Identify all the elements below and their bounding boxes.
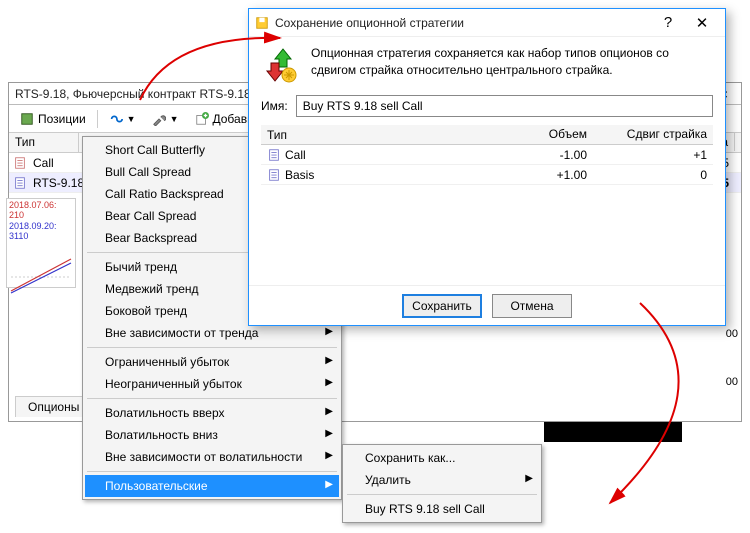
menu-item[interactable]: Волатильность вверх▶ <box>85 402 339 424</box>
menu-item[interactable]: Buy RTS 9.18 sell Call <box>345 498 539 520</box>
dialog-description-row: Опционная стратегия сохраняется как набо… <box>261 45 713 85</box>
wrench-icon <box>152 112 166 126</box>
table-row[interactable]: Call-1.00+1 <box>261 145 713 165</box>
chevron-down-icon: ▼ <box>170 114 179 124</box>
separator <box>97 110 98 128</box>
menu-item[interactable]: Удалить▶ <box>345 469 539 491</box>
submenu-arrow-icon: ▶ <box>325 355 333 366</box>
dialog-table: Тип Объем Сдвиг страйка Call-1.00+1Basis… <box>261 125 713 277</box>
chart-thumbnail[interactable]: 2018.07.06: 210 2018.09.20: 3110 <box>6 198 76 288</box>
submenu-arrow-icon: ▶ <box>325 326 333 337</box>
save-dialog-icon <box>255 16 269 30</box>
cell-shift: 0 <box>593 166 713 184</box>
doc-icon <box>267 148 281 162</box>
submenu-arrow-icon: ▶ <box>525 473 533 484</box>
cell-type: RTS-9.18 <box>27 174 90 192</box>
submenu-arrow-icon: ▶ <box>325 377 333 388</box>
doc-icon <box>13 156 27 170</box>
chart-lines-icon <box>7 241 75 297</box>
table-row[interactable]: Basis+1.000 <box>261 165 713 185</box>
value: 00 <box>692 376 742 396</box>
chevron-down-icon: ▼ <box>127 114 136 124</box>
positions-button[interactable]: Позиции <box>13 109 93 129</box>
th-shift[interactable]: Сдвиг страйка <box>593 125 713 144</box>
cancel-button[interactable]: Отмена <box>492 294 572 318</box>
positions-icon <box>20 112 34 126</box>
dialog-titlebar: Сохранение опционной стратегии ? ✕ <box>249 9 725 37</box>
chart-label-2: 2018.09.20: 3110 <box>7 221 75 241</box>
tool-dropdown[interactable]: ▼ <box>145 109 186 129</box>
th-volume[interactable]: Объем <box>381 125 593 144</box>
dialog-table-header: Тип Объем Сдвиг страйка <box>261 125 713 145</box>
col-type[interactable]: Тип <box>9 133 79 152</box>
link-icon <box>109 112 123 126</box>
doc-icon <box>267 168 281 182</box>
save-button[interactable]: Сохранить <box>402 294 482 318</box>
positions-label: Позиции <box>38 112 86 126</box>
menu-item[interactable]: Пользовательские▶ <box>85 475 339 497</box>
submenu-arrow-icon: ▶ <box>325 428 333 439</box>
submenu-arrow-icon: ▶ <box>325 479 333 490</box>
user-submenu: Сохранить как...Удалить▶ Buy RTS 9.18 sel… <box>342 444 542 523</box>
menu-item[interactable]: Сохранить как... <box>345 447 539 469</box>
vega-column-values: 00 <box>692 328 742 348</box>
name-row: Имя: <box>261 95 713 117</box>
cell-type: Call <box>261 146 381 164</box>
submenu-arrow-icon: ▶ <box>325 450 333 461</box>
cell-volume: -1.00 <box>381 146 593 164</box>
dialog-description: Опционная стратегия сохраняется как набо… <box>311 45 713 79</box>
name-label: Имя: <box>261 99 288 113</box>
cell-type: Call <box>27 154 60 172</box>
dialog-title: Сохранение опционной стратегии <box>275 16 651 30</box>
tab-options[interactable]: Опционы <box>15 396 92 417</box>
submenu-arrow-icon: ▶ <box>325 406 333 417</box>
vega-column-values: 00 <box>692 376 742 396</box>
add-icon <box>195 112 209 126</box>
menu-separator <box>87 471 337 472</box>
menu-item[interactable]: Волатильность вниз▶ <box>85 424 339 446</box>
name-input[interactable] <box>296 95 713 117</box>
dialog-footer: Сохранить Отмена <box>249 285 725 325</box>
chart-label-1: 2018.07.06: 210 <box>7 199 75 221</box>
close-icon[interactable]: ✕ <box>685 14 719 32</box>
strategy-arrows-icon <box>261 45 301 85</box>
cell-volume: +1.00 <box>381 166 593 184</box>
th-type[interactable]: Тип <box>261 125 381 144</box>
help-icon[interactable]: ? <box>651 14 685 31</box>
menu-separator <box>87 347 337 348</box>
strategy-dropdown[interactable]: ▼ <box>102 109 143 129</box>
dialog-body: Опционная стратегия сохраняется как набо… <box>249 37 725 285</box>
save-strategy-dialog: Сохранение опционной стратегии ? ✕ Опцио… <box>248 8 726 326</box>
doc-icon <box>13 176 27 190</box>
cell-type: Basis <box>261 166 381 184</box>
menu-item[interactable]: Ограниченный убыток▶ <box>85 351 339 373</box>
menu-item[interactable]: Неограниченный убыток▶ <box>85 373 339 395</box>
menu-separator <box>347 494 537 495</box>
value: 00 <box>692 328 742 348</box>
menu-item[interactable]: Вне зависимости от волатильности▶ <box>85 446 339 468</box>
cell-shift: +1 <box>593 146 713 164</box>
menu-separator <box>87 398 337 399</box>
